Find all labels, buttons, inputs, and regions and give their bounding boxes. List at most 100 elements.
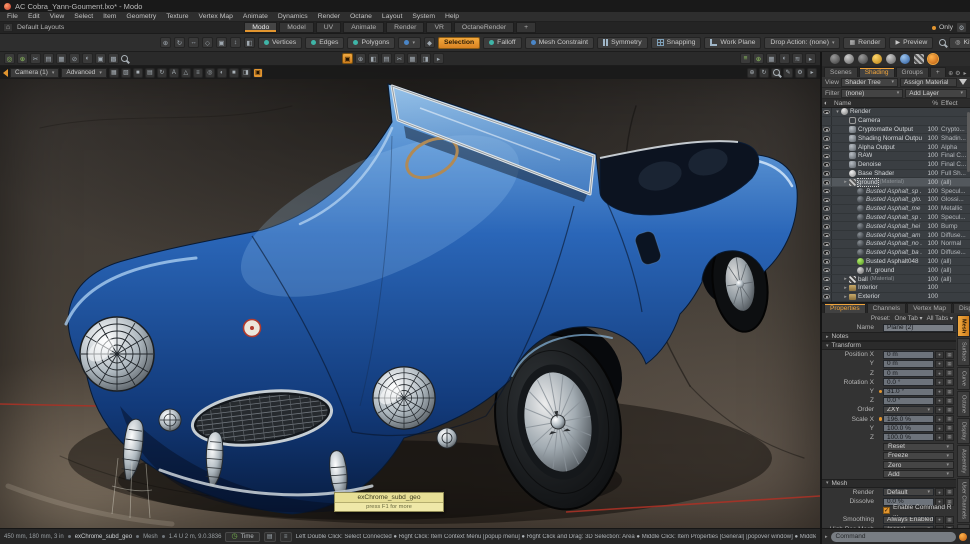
cut-icon[interactable]: ✂ [30,53,41,64]
material-dropdown-button[interactable]: ▾ [398,37,421,49]
shader-tree-row-busted-asphalt-ba[interactable]: Busted Asphalt_ba ...100Diffuse... [822,249,970,258]
quad-fill-icon[interactable]: ▦ [407,53,418,64]
drop-action-dropdown[interactable]: Drop Action: (none)▾ [764,37,840,49]
search-icon[interactable] [939,39,946,46]
channel-state-icon[interactable]: ● [935,388,944,396]
material-preset-icon[interactable] [844,54,854,64]
visibility-toggle[interactable] [822,117,832,125]
shader-tree-row-busted-asphalt-no[interactable]: Busted Asphalt_no ...100Normal [822,240,970,249]
shader-tree-row-m-ground[interactable]: M_ground100(all) [822,266,970,275]
shield-icon[interactable]: ◆ [424,37,435,48]
ao-icon[interactable]: ◐ [217,68,227,78]
only-label[interactable]: Only [939,24,953,31]
shader-tree-row-alpha-output[interactable]: Alpha Output100Alpha [822,143,970,152]
shader-tree-row-cryptomatte-output[interactable]: Cryptomatte Output100Crypto... [822,126,970,135]
field-order-input[interactable]: ZXY▾ [883,406,934,414]
falloff-tool-icon[interactable]: ◧ [244,37,255,48]
menu-select[interactable]: Select [69,13,98,20]
action-center-icon[interactable]: ◎ [4,53,15,64]
visibility-toggle[interactable] [822,266,832,274]
kits-button[interactable]: ◎Kits [949,37,970,49]
envelope-icon[interactable]: ▦ [945,378,954,386]
side-tab-assembly[interactable]: Assembly [957,445,970,477]
pan-icon[interactable]: ⊕ [747,68,757,78]
extrude-icon[interactable]: ▩ [108,53,119,64]
channel-state-icon[interactable]: ● [935,433,944,441]
shader-tree-row-ground[interactable]: ▸ground(Material)100(all) [822,178,970,187]
checkbox-checked-icon[interactable]: ✓ [883,507,890,514]
reflection-icon[interactable]: ▤ [145,68,155,78]
visibility-toggle[interactable] [822,196,832,204]
menu-dynamics[interactable]: Dynamics [273,13,313,20]
rotate-tool-icon[interactable]: ◇ [202,37,213,48]
field-z-input[interactable]: 0 m [883,369,934,377]
layout-tab-model[interactable]: Model [279,22,314,33]
menu-edit[interactable]: Edit [23,13,45,20]
side-tab-octane[interactable]: Octane [957,391,970,417]
paste-icon[interactable]: ▦ [56,53,67,64]
menu-item[interactable]: Item [98,13,121,20]
snapping-button[interactable]: Snapping [651,37,702,49]
add-panel-tab-button[interactable]: + [930,67,946,77]
expand-icon[interactable]: ▸ [807,68,817,78]
add-item-icon[interactable]: ⊕ [753,53,764,64]
field-y-input[interactable]: 0 m [883,360,934,368]
view-dropdown[interactable]: Shader Tree▾ [841,78,898,87]
shader-tree-row-busted-asphalt-am[interactable]: Busted Asphalt_am ...100Diffuse... [822,231,970,240]
render-button[interactable]: ▦Render [843,37,886,49]
toggles-icon[interactable]: ≡ [280,532,292,542]
channel-state-icon[interactable]: ● [935,415,944,423]
workplane-align-icon[interactable]: ▣ [342,53,353,64]
channel-state-icon[interactable]: ● [935,351,944,359]
side-tab-curve[interactable]: Curve [957,367,970,390]
grid-icon[interactable]: △ [181,68,191,78]
merge-icon[interactable]: ◐ [82,53,93,64]
axis-icon[interactable]: ⊕ [17,53,28,64]
layout-tab-animate[interactable]: Animate [343,22,384,33]
settings-icon[interactable]: ⚙ [795,68,805,78]
shade-icon[interactable]: ◐ [779,53,790,64]
visibility-toggle[interactable] [822,152,832,160]
snap-grid-icon[interactable]: ⊕ [355,53,366,64]
zero-button[interactable]: Zero▾ [883,461,954,469]
expander-icon[interactable]: ▸ [842,294,849,300]
envelope-icon[interactable]: ▦ [945,488,954,496]
envelope-icon[interactable]: ▦ [945,424,954,432]
smooth-icon[interactable]: ◨ [420,53,431,64]
gear-icon[interactable]: ⚙ [956,22,967,33]
ground-plane-icon[interactable]: ≡ [193,68,203,78]
layout-tab-uv[interactable]: UV [316,22,341,33]
zoom-icon[interactable] [771,68,781,78]
visibility-toggle[interactable] [822,143,832,151]
command-run-icon[interactable] [959,533,967,541]
material-preset-icon[interactable] [900,54,910,64]
menu-layout[interactable]: Layout [377,13,407,20]
visibility-toggle[interactable] [822,249,832,257]
symmetry-x-icon[interactable]: ◧ [368,53,379,64]
properties-tab-channels[interactable]: Channels [867,303,906,313]
move-tool-icon[interactable]: ↔ [188,37,199,48]
panel-more-icon[interactable]: ▸ [962,69,968,77]
mesh-constraint-button[interactable]: Mesh Constraint [525,37,595,49]
material-preset-icon[interactable] [858,54,868,64]
material-preset-icon[interactable] [886,54,896,64]
silhouette-icon[interactable]: ■ [229,68,239,78]
field-y-input[interactable]: 31.0 ° [883,388,934,396]
panel-tab-shading[interactable]: Shading [859,67,895,77]
channel-state-icon[interactable]: ● [935,488,944,496]
shader-tree-row-busted-asphalt048[interactable]: Busted Asphalt048100(all) [822,258,970,267]
printer-icon[interactable]: ▤ [264,532,276,542]
layout-tab-modo[interactable]: Modo [244,22,277,33]
panel-pin-icon[interactable]: ⊕ [948,69,954,77]
field-z-input[interactable]: 100.0 % [883,433,934,441]
visibility-toggle[interactable] [822,205,832,213]
shader-tree-row-exterior[interactable]: ▸Exterior100 [822,293,970,302]
camera-view-dropdown[interactable]: Camera (1)▾ [10,68,59,78]
material-preset-icon[interactable] [872,54,882,64]
layout-tab-render[interactable]: Render [386,22,424,33]
properties-tab-properties[interactable]: Properties [824,303,866,313]
envelope-icon[interactable]: ▦ [945,351,954,359]
channel-state-icon[interactable]: ● [935,516,944,524]
panel-tab-groups[interactable]: Groups [896,67,929,77]
work-plane-button[interactable]: Work Plane [704,37,761,49]
